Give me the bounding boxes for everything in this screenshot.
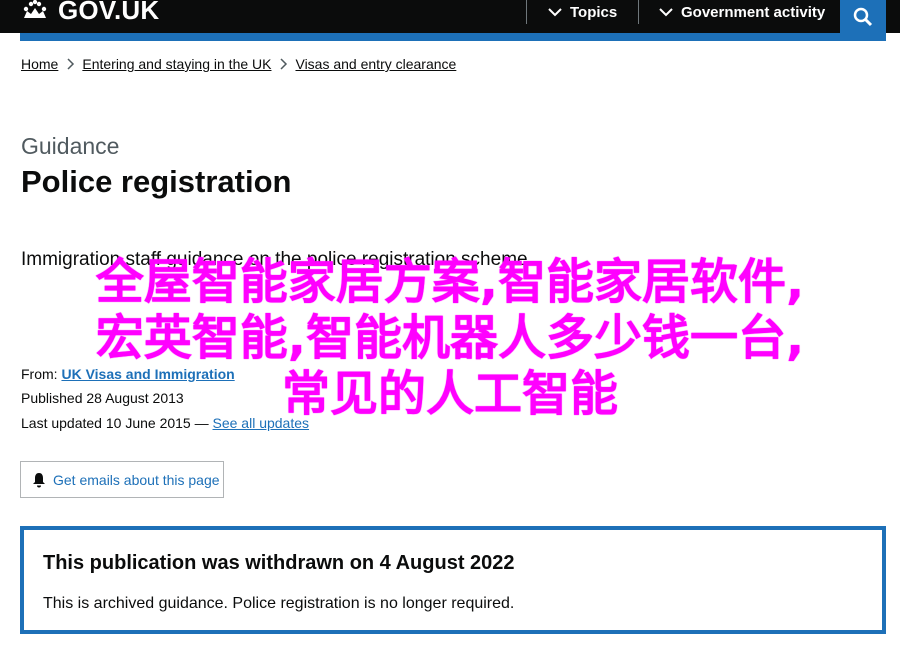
- breadcrumb-home[interactable]: Home: [21, 56, 58, 72]
- crown-icon: [23, 0, 47, 18]
- meta-from-label: From:: [21, 366, 58, 382]
- get-emails-button[interactable]: Get emails about this page: [20, 461, 224, 498]
- meta-published-date: 28 August 2013: [86, 390, 184, 406]
- breadcrumb: Home Entering and staying in the UK Visa…: [21, 56, 456, 72]
- overlay-line: 全屋智能家居方案,智能家居软件,: [95, 254, 805, 310]
- page-title: Police registration: [21, 164, 292, 199]
- government-activity-label: Government activity: [681, 3, 826, 21]
- meta-updated-date: 10 June 2015 —: [105, 415, 209, 431]
- meta-published-label: Published: [21, 390, 83, 406]
- page-caption: Guidance: [21, 133, 120, 159]
- nav-divider: [526, 0, 527, 24]
- govuk-logo[interactable]: GOV.UK: [20, 0, 159, 26]
- get-emails-label: Get emails about this page: [53, 471, 220, 488]
- overlay-line: 宏英智能,智能机器人多少钱一台,: [95, 310, 805, 366]
- chevron-down-icon: [548, 8, 562, 17]
- withdrawn-text: This is archived guidance. Police regist…: [43, 595, 515, 612]
- breadcrumb-visas-entry-clearance[interactable]: Visas and entry clearance: [295, 56, 456, 72]
- nav-divider: [638, 0, 639, 24]
- logo-text: GOV.UK: [58, 0, 160, 25]
- meta-updated-label: Last updated: [21, 415, 102, 431]
- meta-published: Published 28 August 2013: [21, 390, 184, 406]
- chevron-right-icon: [280, 58, 288, 70]
- chevron-down-icon: [659, 8, 673, 17]
- withdrawn-title: This publication was withdrawn on 4 Augu…: [43, 552, 515, 574]
- meta-from: From: UK Visas and Immigration: [21, 366, 235, 382]
- see-all-updates-link[interactable]: See all updates: [213, 415, 310, 431]
- topics-menu-button[interactable]: Topics: [548, 0, 617, 24]
- breadcrumb-entering-staying[interactable]: Entering and staying in the UK: [82, 56, 271, 72]
- government-activity-menu-button[interactable]: Government activity: [659, 0, 825, 24]
- search-icon: [853, 7, 873, 26]
- meta-updated: Last updated 10 June 2015 — See all upda…: [21, 415, 309, 431]
- organisation-link[interactable]: UK Visas and Immigration: [61, 366, 234, 382]
- search-button[interactable]: [840, 0, 886, 33]
- chevron-right-icon: [67, 58, 75, 70]
- header-blue-bar: [20, 33, 886, 41]
- bell-icon: [33, 472, 45, 487]
- site-header: GOV.UK Topics Government activity: [0, 0, 900, 33]
- withdrawn-notice: This publication was withdrawn on 4 Augu…: [20, 526, 886, 634]
- topics-label: Topics: [570, 3, 618, 21]
